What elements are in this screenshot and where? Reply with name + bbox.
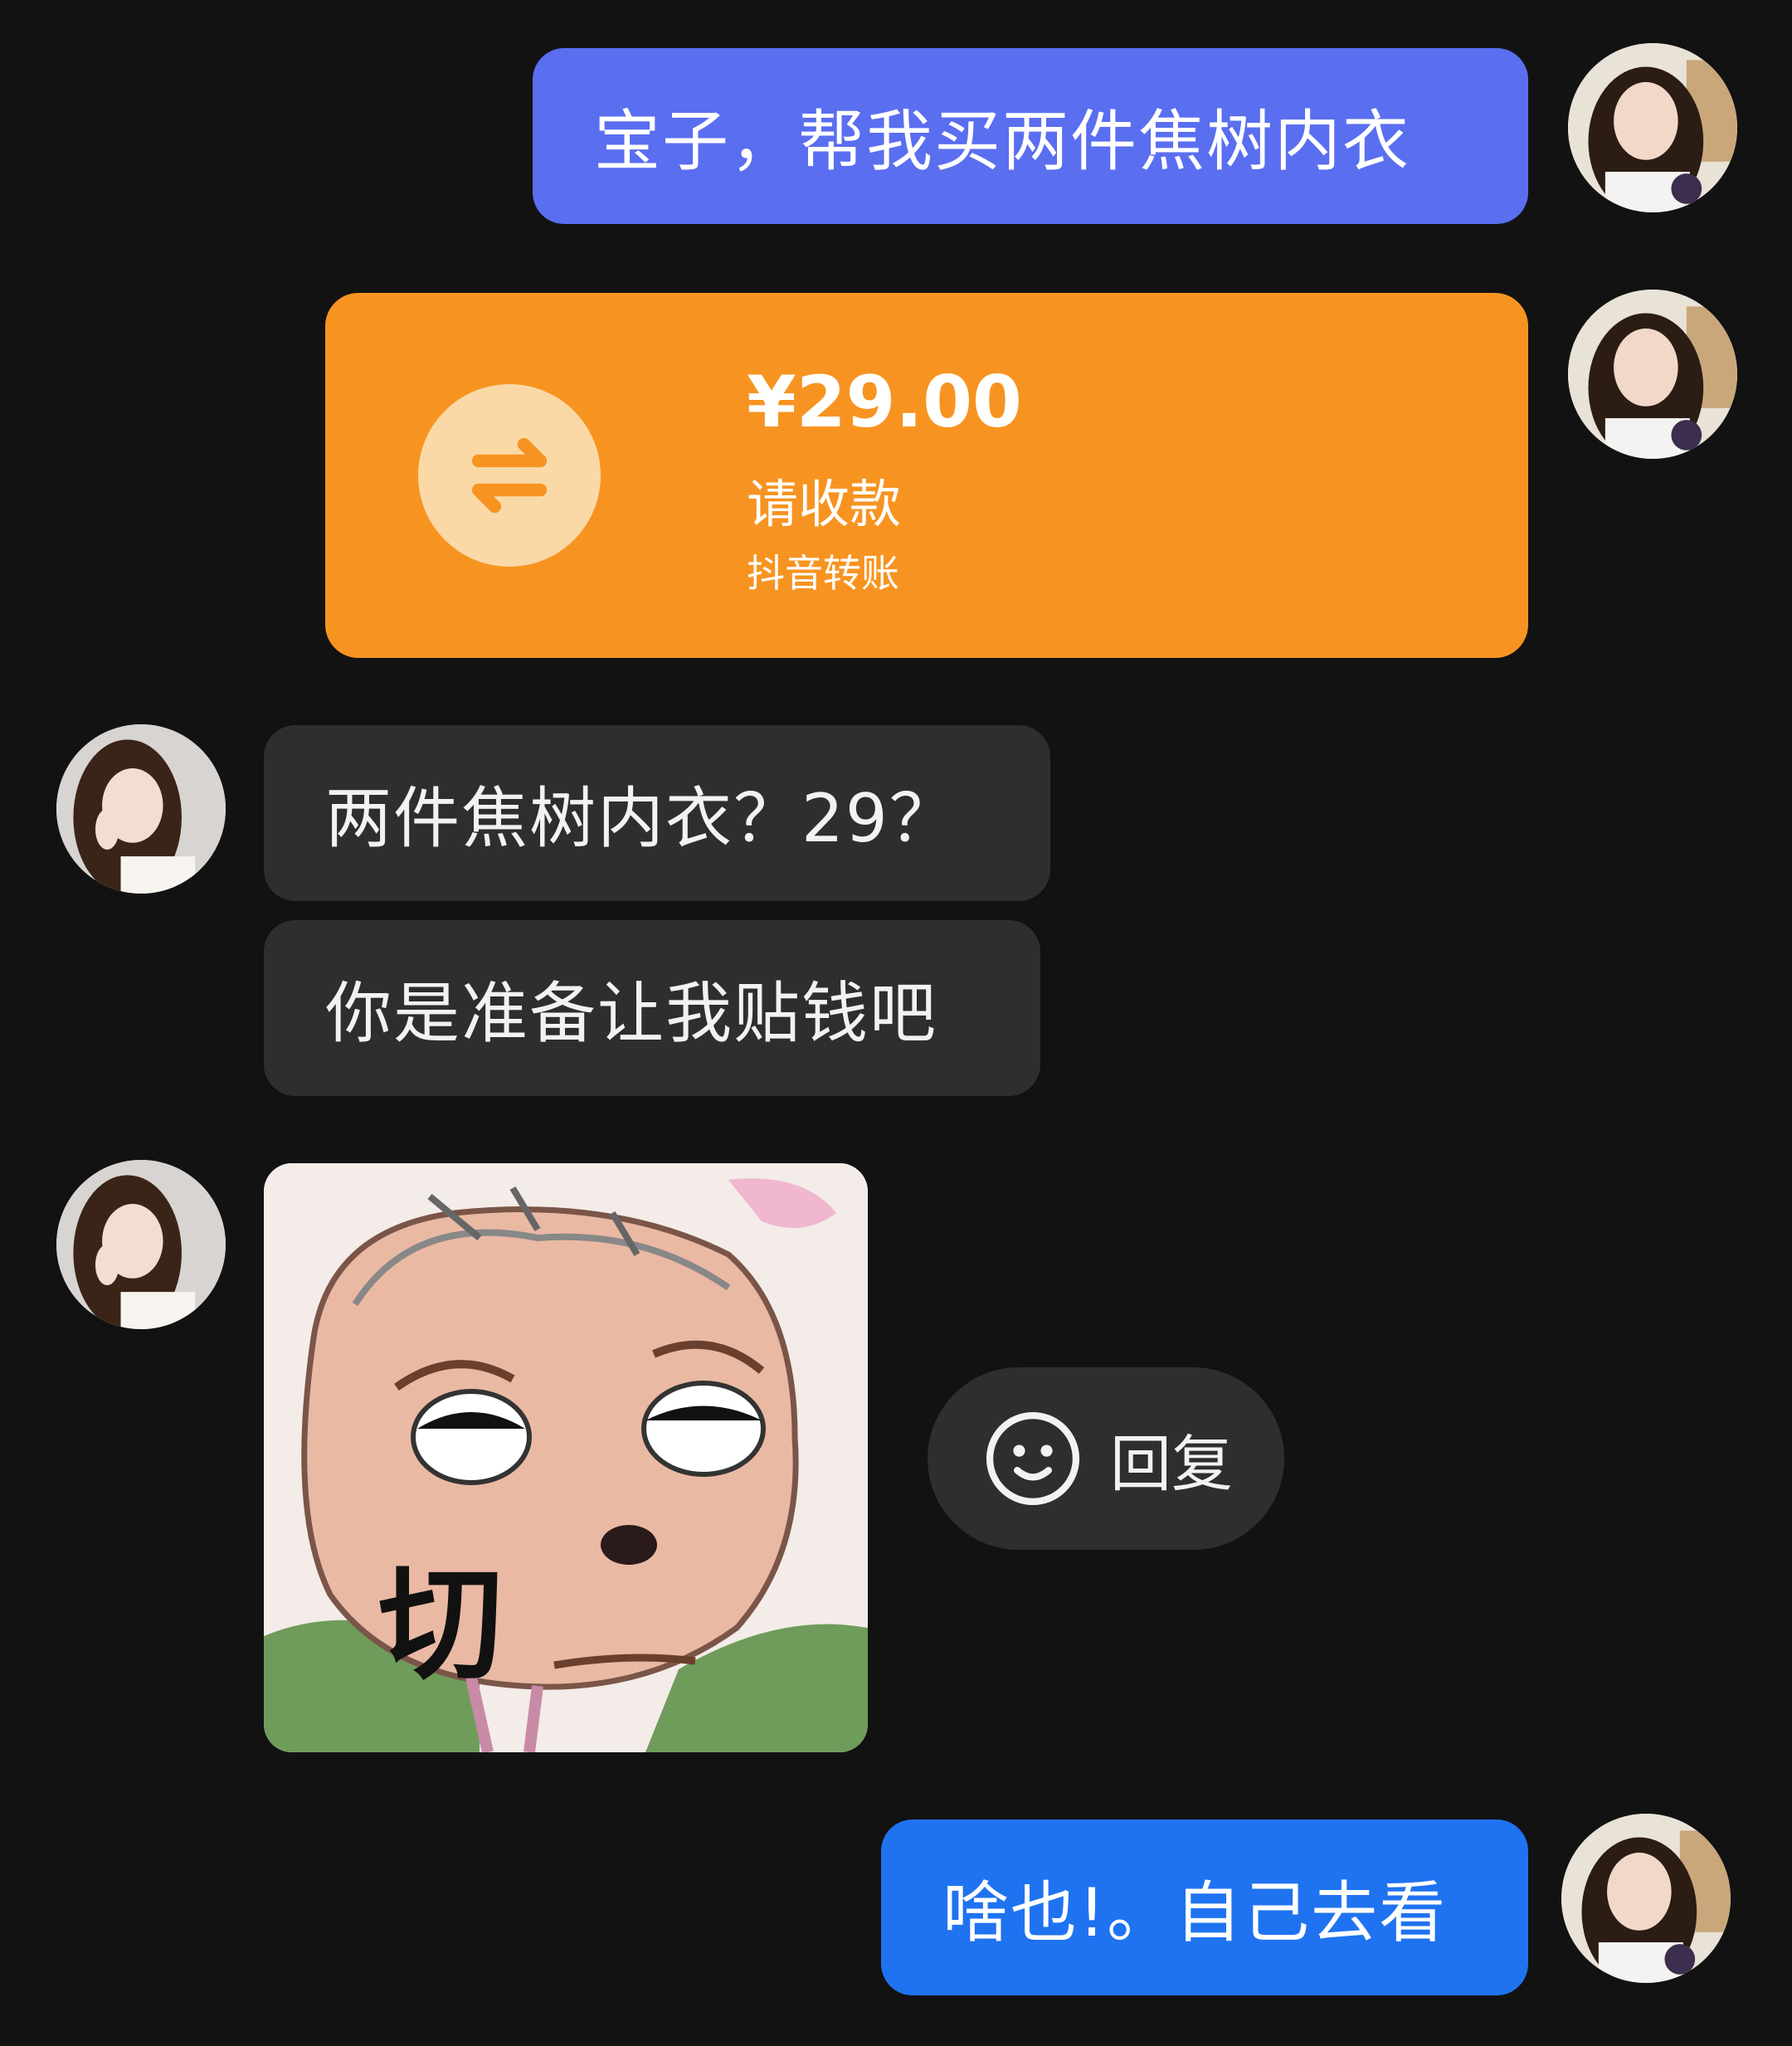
contact-avatar[interactable] bbox=[56, 724, 226, 894]
swap-arrows-icon bbox=[418, 384, 601, 567]
reply-button[interactable]: 回复 bbox=[928, 1367, 1284, 1550]
message-text: 啥也!。自己去看 bbox=[942, 1874, 1448, 1951]
message-text: 两件焦树内衣？29？ bbox=[325, 780, 957, 857]
cartoon-face-illustration bbox=[264, 1163, 868, 1752]
sticker-caption: 切 bbox=[378, 1553, 504, 1698]
sticker-image[interactable]: 切 bbox=[264, 1163, 868, 1752]
my-avatar[interactable] bbox=[1568, 43, 1737, 212]
my-avatar[interactable] bbox=[1561, 1814, 1731, 1983]
transfer-source-label: 抖音转账 bbox=[747, 551, 899, 596]
reply-label: 回复 bbox=[1110, 1428, 1233, 1500]
transfer-amount: ¥29.00 bbox=[747, 361, 1022, 444]
contact-avatar[interactable] bbox=[56, 1160, 226, 1329]
sent-message-bubble[interactable]: 啥也!。自己去看 bbox=[881, 1819, 1528, 1995]
message-text: 宝子，帮我买两件焦树内衣 bbox=[594, 103, 1410, 180]
my-avatar[interactable] bbox=[1568, 290, 1737, 459]
transfer-status: 请收款 bbox=[747, 474, 902, 534]
sent-message-bubble[interactable]: 宝子，帮我买两件焦树内衣 bbox=[533, 48, 1528, 224]
received-message-bubble[interactable]: 两件焦树内衣？29？ bbox=[264, 725, 1050, 901]
message-text: 你是准备让我贴钱吧 bbox=[325, 975, 937, 1052]
transfer-card[interactable]: ¥29.00 请收款 抖音转账 bbox=[325, 293, 1528, 658]
smiley-icon bbox=[986, 1411, 1080, 1506]
received-message-bubble[interactable]: 你是准备让我贴钱吧 bbox=[264, 920, 1040, 1096]
